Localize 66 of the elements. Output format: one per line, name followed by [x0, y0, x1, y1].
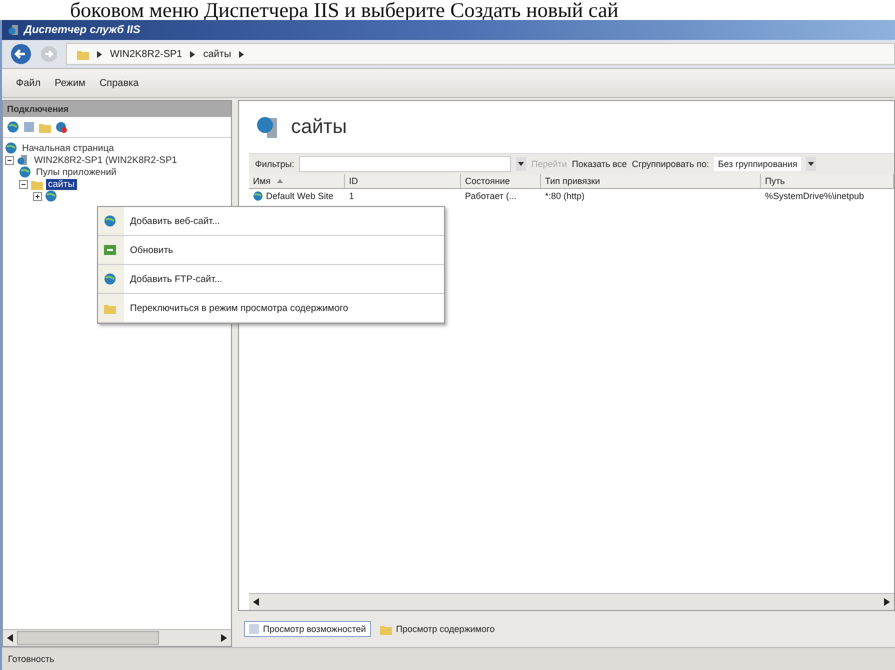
collapse-toggle[interactable] [5, 156, 14, 164]
tree-item[interactable]: Начальная страница [20, 142, 116, 154]
scrollbar[interactable] [3, 629, 231, 646]
server-icon [17, 154, 29, 166]
table-cell-text: %SystemDrive%\inetpub [764, 190, 866, 203]
folder-icon [39, 122, 51, 132]
chevron-icon [190, 50, 196, 58]
view-tab[interactable]: Просмотр содержимого [374, 620, 500, 638]
caret-icon [808, 162, 814, 166]
site-icon [253, 191, 263, 201]
column-header[interactable]: ID [345, 174, 461, 189]
globe-icon [45, 190, 57, 202]
status-bar: Готовность [2, 647, 895, 670]
table-cell-text: *:80 (http) [544, 190, 586, 203]
document-text: боковом меню Диспетчера IIS и выберите Создать новый сай [69, 0, 620, 20]
globe-icon [104, 215, 116, 227]
column-header[interactable]: Состояние [461, 174, 541, 189]
folder-icon [77, 48, 89, 60]
breadcrumb-item[interactable]: сайты [203, 48, 232, 60]
server-icon [8, 24, 20, 36]
table-cell-text: Работает (... [464, 190, 518, 203]
tree-item[interactable]: Пулы приложений [34, 166, 118, 178]
connect-icon [7, 121, 19, 133]
page-heading: сайты [291, 116, 347, 138]
column-header[interactable]: Путь [761, 174, 894, 189]
context-menu-item[interactable]: Добавить веб-сайт... [98, 207, 444, 236]
expand-toggle[interactable] [33, 192, 42, 200]
folder-icon [380, 624, 392, 634]
breadcrumb-item[interactable]: WIN2K8R2-SP1 [110, 48, 182, 60]
pool-icon [19, 166, 31, 178]
plus-icon [34, 192, 41, 200]
filter-label: Фильтры: [255, 159, 294, 169]
menu-item[interactable]: Справка [99, 78, 139, 88]
panel-header: Подключения [3, 101, 231, 117]
tree-item[interactable]: WIN2K8R2-SP1 (WIN2K8R2-SP1 [32, 154, 180, 166]
window-title: Диспетчер служб IIS [24, 24, 140, 36]
context-menu-item[interactable]: Добавить FTP-сайт... [98, 265, 444, 294]
group-label: Сгруппировать по: [632, 159, 709, 169]
home-globe-icon [5, 142, 17, 154]
chevron-icon [239, 50, 244, 58]
caret-icon [518, 162, 524, 166]
disconnect-icon[interactable] [55, 121, 67, 133]
table-cell-text: 1 [348, 190, 356, 203]
context-menu-item[interactable]: Переключиться в режим просмотра содержимого [98, 294, 444, 323]
sort-icon [276, 179, 283, 183]
scrollbar[interactable] [249, 593, 894, 610]
view-tab[interactable]: Просмотр возможностей [244, 621, 371, 637]
back-button[interactable] [10, 43, 32, 65]
folder-icon [31, 178, 43, 190]
table-cell: Default Web Site [249, 189, 345, 203]
chevron-icon [97, 50, 102, 58]
menu-item[interactable]: Режим [54, 78, 86, 88]
group-select[interactable]: Без группирования [714, 157, 802, 171]
menu-item[interactable]: Файл [16, 78, 41, 88]
context-menu-item[interactable]: Обновить [98, 236, 444, 265]
tree-item[interactable]: сайты [46, 178, 77, 190]
column-header[interactable]: Имя [249, 174, 345, 189]
address-bar[interactable]: WIN2K8R2-SP1 сайты [66, 43, 895, 65]
filter-field[interactable] [299, 156, 512, 172]
column-header[interactable]: Тип привязки [541, 174, 761, 189]
collapse-toggle[interactable] [19, 180, 28, 188]
show-all-button[interactable]: Показать все [572, 159, 627, 169]
dropdown-button[interactable] [516, 157, 526, 171]
globe-icon [104, 273, 116, 285]
folder-icon [104, 302, 116, 314]
dropdown-button[interactable] [806, 157, 816, 171]
